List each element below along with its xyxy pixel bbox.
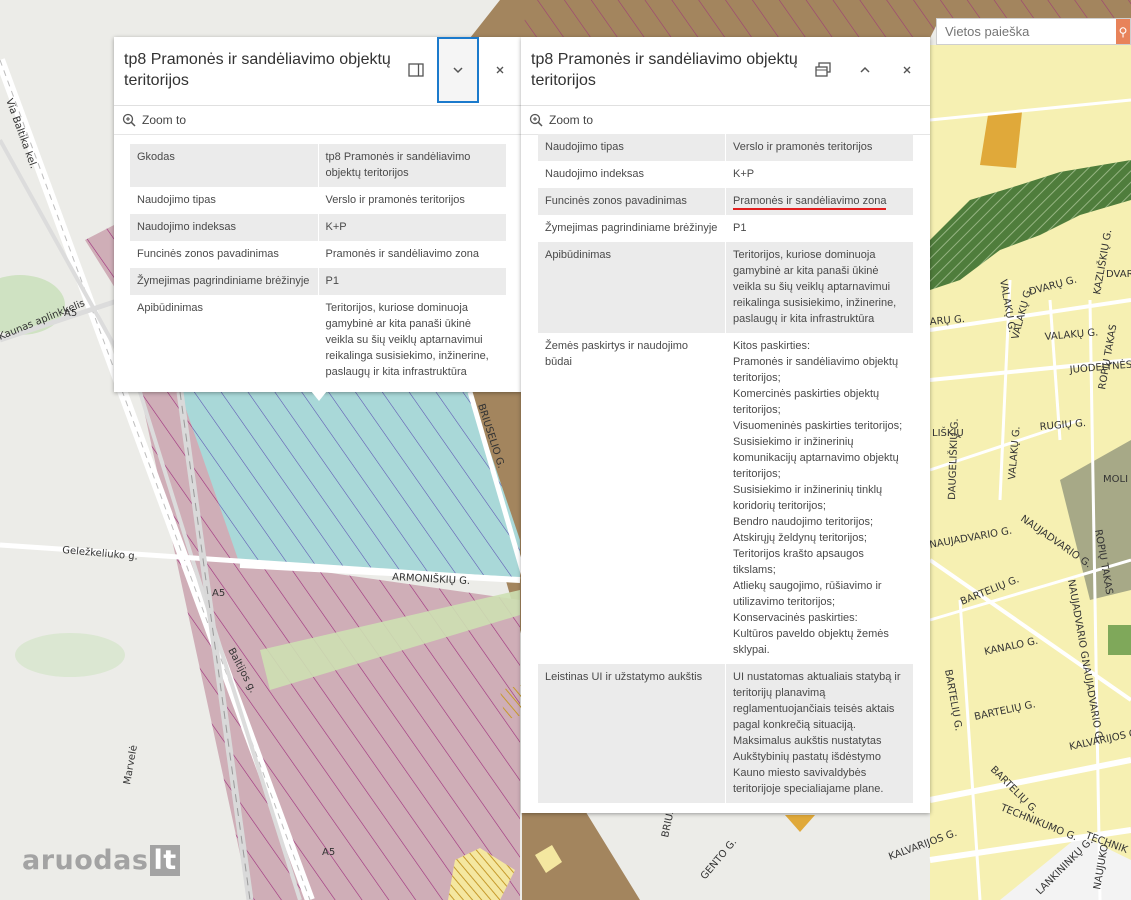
attribute-row: Žymejimas pagrindiniame brėžinyje P1 xyxy=(130,268,506,295)
attribute-value: P1 xyxy=(725,215,913,242)
attribute-row: Funcinės zonos pavadinimas Pramonės ir sa… xyxy=(130,241,506,268)
dock-icon xyxy=(408,63,424,77)
attribute-key: Gkodas xyxy=(130,144,319,187)
park-area xyxy=(15,633,125,677)
attribute-row: Leistinas UI ir užstatymo aukštis UI nust… xyxy=(538,664,913,803)
close-button[interactable] xyxy=(479,37,521,103)
popup-title: tp8 Pramonės ir sandėliavimo objektų ter… xyxy=(531,51,798,89)
attribute-key: Funcinės zonos pavadinimas xyxy=(538,188,726,215)
street-label: DVAR xyxy=(1106,269,1131,280)
attribute-row: Naudojimo tipas Verslo ir pramonės terito… xyxy=(538,134,913,161)
location-search-input[interactable] xyxy=(937,19,1116,44)
attribute-key: Naudojimo tipas xyxy=(538,134,726,161)
popup-content[interactable]: Gkodas tp8 Pramonės ir sandėliavimo objek… xyxy=(114,134,521,392)
attribute-value: Kitos paskirties: Pramonės ir sandėliavim… xyxy=(725,333,913,664)
popup-title: tp8 Pramonės ir sandėliavimo objektų ter… xyxy=(124,51,391,89)
zoom-to-button[interactable]: Zoom to xyxy=(521,106,930,135)
zone-green-small xyxy=(1108,625,1131,655)
road-number: A5 xyxy=(212,588,225,599)
attribute-key: Žemės paskirtys ir naudojimo būdai xyxy=(538,333,726,664)
attribute-table: Naudojimo tipas Verslo ir pramonės terito… xyxy=(538,134,913,803)
attribute-value: Teritorijos, kuriose dominuoja gamybinė … xyxy=(725,242,913,333)
attribute-value: P1 xyxy=(318,268,506,295)
attribute-value: Pramonės ir sandėliavimo zona xyxy=(725,188,913,215)
attribute-row: Žymejimas pagrindiniame brėžinyje P1 xyxy=(538,215,913,242)
close-icon xyxy=(496,66,504,74)
attribute-value: Teritorijos, kuriose dominuoja gamybinė … xyxy=(318,295,506,386)
search-button[interactable]: ⚲ xyxy=(1116,19,1130,44)
zoom-in-icon xyxy=(122,113,136,127)
attribute-key: Apibūdinimas xyxy=(538,242,726,333)
popup-header: tp8 Pramonės ir sandėliavimo objektų ter… xyxy=(521,37,930,106)
attribute-key: Žymejimas pagrindiniame brėžinyje xyxy=(538,215,726,242)
zoom-to-button[interactable]: Zoom to xyxy=(114,106,521,135)
watermark-logo: aruodas lt xyxy=(22,845,180,876)
road-number: A5 xyxy=(322,847,335,858)
attribute-row: Funcinės zonos pavadinimas Pramonės ir sa… xyxy=(538,188,913,215)
attribute-key: Naudojimo indeksas xyxy=(538,161,726,188)
attribute-key: Apibūdinimas xyxy=(130,295,319,386)
feature-popup-left: tp8 Pramonės ir sandėliavimo objektų ter… xyxy=(114,37,521,392)
attribute-value: Pramonės ir sandėliavimo zona xyxy=(318,241,506,268)
attribute-row: Apibūdinimas Teritorijos, kuriose dominuo… xyxy=(130,295,506,386)
zoom-to-label: Zoom to xyxy=(549,113,594,127)
close-icon xyxy=(903,66,911,74)
chevron-up-icon xyxy=(860,66,870,73)
attribute-value: Verslo ir pramonės teritorijos xyxy=(725,134,913,161)
close-button[interactable] xyxy=(886,37,928,103)
street-label: MOLI xyxy=(1103,474,1128,485)
zoom-to-label: Zoom to xyxy=(142,113,187,127)
attribute-value: tp8 Pramonės ir sandėliavimo objektų ter… xyxy=(318,144,506,187)
chevron-down-icon xyxy=(453,67,463,74)
road-number: A5 xyxy=(64,308,77,319)
attribute-key: Žymejimas pagrindiniame brėžinyje xyxy=(130,268,319,295)
popup-content[interactable]: Naudojimo tipas Verslo ir pramonės terito… xyxy=(521,134,930,813)
feature-popup-right: tp8 Pramonės ir sandėliavimo objektų ter… xyxy=(521,37,930,813)
attribute-row: Apibūdinimas Teritorijos, kuriose dominuo… xyxy=(538,242,913,333)
attribute-key: Naudojimo tipas xyxy=(130,187,319,214)
attribute-row: Naudojimo tipas Verslo ir pramonės terito… xyxy=(130,187,506,214)
dock-button[interactable] xyxy=(395,37,437,103)
attribute-table: Gkodas tp8 Pramonės ir sandėliavimo objek… xyxy=(130,144,506,386)
attribute-key: Leistinas UI ir užstatymo aukštis xyxy=(538,664,726,803)
attribute-value: Verslo ir pramonės teritorijos xyxy=(318,187,506,214)
attribute-row: Naudojimo indeksas K+P xyxy=(538,161,913,188)
attribute-row: Žemės paskirtys ir naudojimo būdai Kitos … xyxy=(538,333,913,664)
popup-header: tp8 Pramonės ir sandėliavimo objektų ter… xyxy=(114,37,521,106)
attribute-value: K+P xyxy=(725,161,913,188)
attribute-value: K+P xyxy=(318,214,506,241)
attribute-row: Gkodas tp8 Pramonės ir sandėliavimo objek… xyxy=(130,144,506,187)
attribute-row: Naudojimo indeksas K+P xyxy=(130,214,506,241)
attribute-key: Funcinės zonos pavadinimas xyxy=(130,241,319,268)
undock-button[interactable] xyxy=(802,37,844,103)
expand-button[interactable] xyxy=(844,37,886,103)
zoom-in-icon xyxy=(529,113,543,127)
attribute-value: UI nustatomas aktualiais statybą ir teri… xyxy=(725,664,913,803)
search-icon: ⚲ xyxy=(1118,24,1128,39)
popup-pointer xyxy=(311,391,327,401)
collapse-button[interactable] xyxy=(437,37,479,103)
location-search: ⚲ xyxy=(936,18,1131,45)
undock-icon xyxy=(815,62,831,77)
attribute-key: Naudojimo indeksas xyxy=(130,214,319,241)
